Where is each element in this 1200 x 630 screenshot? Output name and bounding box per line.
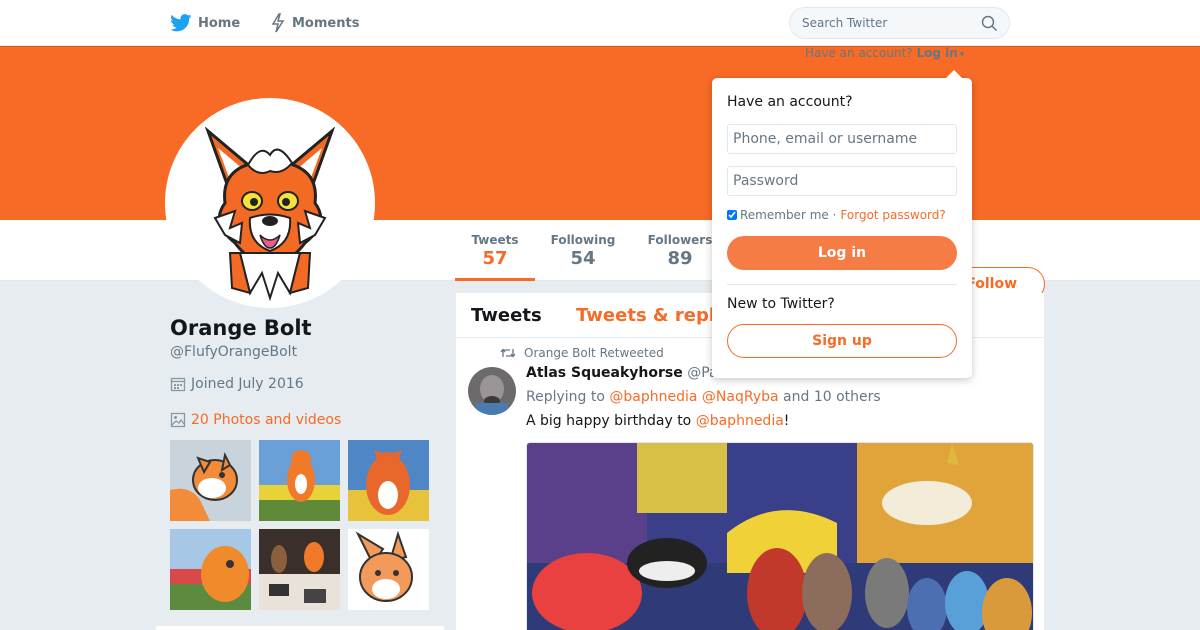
stat-followers-value: 89 xyxy=(667,248,693,269)
login-prompt-text: Have an account? xyxy=(805,46,913,60)
mention-link[interactable]: @NaqRyba xyxy=(702,389,779,405)
search-icon[interactable] xyxy=(981,15,998,32)
mention-link[interactable]: @baphnedia xyxy=(696,413,784,429)
fox-avatar-image xyxy=(170,103,370,303)
password-field[interactable] xyxy=(727,166,957,196)
nav-moments-label: Moments xyxy=(292,15,360,31)
profile-handle[interactable]: @FlufyOrangeBolt xyxy=(170,344,297,360)
top-navigation: Home Moments xyxy=(0,0,1200,46)
mention-link[interactable]: @baphnedia xyxy=(609,389,697,405)
stat-followers-label: Followers xyxy=(647,233,713,247)
tweet-text-prefix: A big happy birthday to xyxy=(526,413,692,429)
retweet-icon xyxy=(500,348,516,358)
twitter-bird-icon xyxy=(170,14,192,32)
tweet-avatar[interactable] xyxy=(468,367,516,415)
tab-tweets-replies[interactable]: Tweets & repl xyxy=(576,305,715,326)
remember-row: Remember me · Forgot password? xyxy=(727,208,946,222)
calendar-icon xyxy=(170,377,186,392)
divider xyxy=(727,284,957,285)
login-prompt: Have an account? Log in ▾ xyxy=(805,46,964,60)
stat-tweets-label: Tweets xyxy=(471,233,519,247)
avatar[interactable] xyxy=(165,98,375,308)
photo-thumb[interactable] xyxy=(348,529,429,610)
left-card-edge xyxy=(156,626,444,630)
search-input[interactable] xyxy=(802,8,982,38)
tab-tweets[interactable]: Tweets xyxy=(471,305,542,326)
stat-followers[interactable]: Followers 89 xyxy=(640,220,720,281)
tweet-text: A big happy birthday to @baphnedia! xyxy=(526,413,789,429)
profile-joined-text: Joined July 2016 xyxy=(191,376,304,392)
photos-link[interactable]: 20 Photos and videos xyxy=(170,412,341,428)
login-prompt-link[interactable]: Log in xyxy=(916,46,957,60)
tweet-header: Atlas Squeakyhorse @Pa xyxy=(526,365,718,381)
photo-thumb[interactable] xyxy=(170,440,251,521)
dropdown-title: Have an account? xyxy=(727,94,853,110)
replying-to: Replying to @baphnedia @NaqRyba and 10 o… xyxy=(526,389,881,405)
photos-link-label: 20 Photos and videos xyxy=(191,412,342,428)
retweet-context: Orange Bolt Retweeted xyxy=(500,346,664,360)
tweet-media-image[interactable] xyxy=(526,442,1034,630)
forgot-password-link[interactable]: Forgot password? xyxy=(840,208,945,222)
nav-home-label: Home xyxy=(198,15,241,31)
username-field[interactable] xyxy=(727,124,957,154)
stat-following-value: 54 xyxy=(570,248,596,269)
remember-checkbox[interactable] xyxy=(727,210,737,220)
nav-home[interactable]: Home xyxy=(170,0,240,46)
dropdown-arrow xyxy=(946,70,962,78)
signup-button[interactable]: Sign up xyxy=(727,324,957,358)
tweet-text-suffix: ! xyxy=(783,413,790,429)
photo-thumb[interactable] xyxy=(348,440,429,521)
moments-bolt-icon xyxy=(271,13,285,33)
remember-label: Remember me · xyxy=(740,208,837,222)
profile-name[interactable]: Orange Bolt xyxy=(170,316,312,340)
stat-tweets-value: 57 xyxy=(482,248,508,269)
profile-joined: Joined July 2016 xyxy=(170,376,304,392)
login-button[interactable]: Log in xyxy=(727,236,957,270)
tweet-author[interactable]: Atlas Squeakyhorse xyxy=(526,365,683,381)
login-dropdown: Have an account? Remember me · Forgot pa… xyxy=(712,70,972,378)
stat-following-label: Following xyxy=(550,233,616,247)
replying-prefix: Replying to xyxy=(526,389,605,405)
caret-down-icon[interactable]: ▾ xyxy=(960,50,965,60)
replying-suffix[interactable]: and 10 others xyxy=(783,389,881,405)
photo-thumb[interactable] xyxy=(170,529,251,610)
search-box xyxy=(789,7,1010,39)
photo-thumb[interactable] xyxy=(259,529,340,610)
photo-icon xyxy=(170,412,186,428)
photo-thumb[interactable] xyxy=(259,440,340,521)
stat-following[interactable]: Following 54 xyxy=(543,220,623,281)
retweet-label[interactable]: Orange Bolt Retweeted xyxy=(524,346,664,360)
nav-moments[interactable]: Moments xyxy=(270,0,359,46)
new-to-twitter-label: New to Twitter? xyxy=(727,296,835,312)
stat-tweets[interactable]: Tweets 57 xyxy=(455,220,535,281)
